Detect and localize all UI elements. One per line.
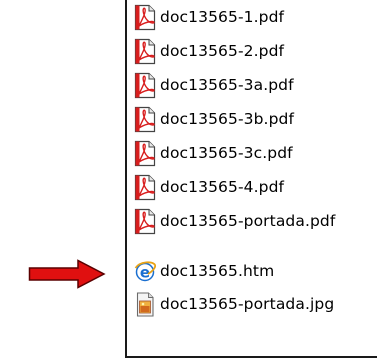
- file-item-doc13565-3c-pdf[interactable]: doc13565-3c.pdf: [134, 138, 293, 168]
- file-item-doc13565-3b-pdf[interactable]: doc13565-3b.pdf: [134, 104, 294, 134]
- file-name: doc13565-3b.pdf: [160, 110, 295, 128]
- pdf-icon: [134, 174, 156, 200]
- file-name: doc13565-portada.pdf: [160, 212, 336, 230]
- file-item-doc13565-2-pdf[interactable]: doc13565-2.pdf: [134, 36, 284, 66]
- file-name: doc13565-portada.jpg: [160, 295, 335, 313]
- file-name: doc13565-2.pdf: [160, 42, 285, 60]
- pdf-icon: [134, 140, 156, 166]
- file-name: doc13565.htm: [160, 262, 275, 280]
- file-name: doc13565-1.pdf: [160, 8, 285, 26]
- pdf-icon: [134, 38, 156, 64]
- file-name: doc13565-4.pdf: [160, 178, 285, 196]
- file-item-doc13565-portada-pdf[interactable]: doc13565-portada.pdf: [134, 206, 335, 236]
- svg-text:e: e: [140, 263, 150, 281]
- image-file-icon: [136, 291, 154, 317]
- file-item-doc13565-4-pdf[interactable]: doc13565-4.pdf: [134, 172, 284, 202]
- pdf-icon: [134, 208, 156, 234]
- pdf-icon: [134, 106, 156, 132]
- file-list-pane: doc13565-1.pdf doc13565-2.pdf doc13565-3…: [125, 0, 377, 358]
- file-name: doc13565-3c.pdf: [160, 144, 293, 162]
- file-item-doc13565-1-pdf[interactable]: doc13565-1.pdf: [134, 2, 284, 32]
- file-item-doc13565-3a-pdf[interactable]: doc13565-3a.pdf: [134, 70, 294, 100]
- pdf-icon: [134, 4, 156, 30]
- internet-explorer-icon: e: [134, 260, 156, 281]
- file-name: doc13565-3a.pdf: [160, 76, 294, 94]
- arrow-right-icon: [28, 259, 106, 289]
- pdf-icon: [134, 72, 156, 98]
- file-item-doc13565-htm[interactable]: e doc13565.htm: [134, 256, 274, 286]
- file-item-doc13565-portada-jpg[interactable]: doc13565-portada.jpg: [134, 289, 334, 319]
